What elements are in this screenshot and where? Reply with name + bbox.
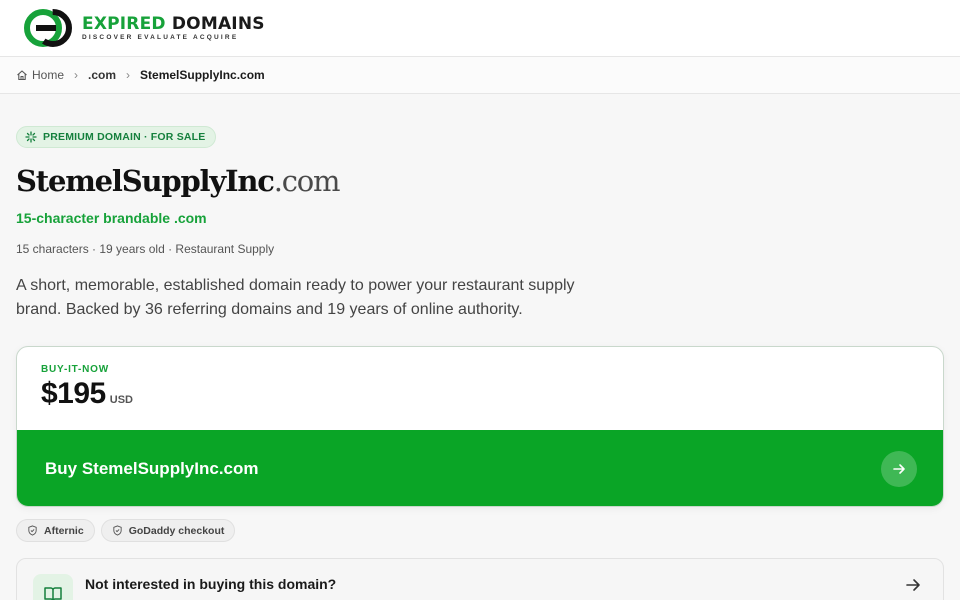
premium-badge-label: PREMIUM DOMAIN · FOR SALE [43,131,206,143]
logo-mark-icon [24,9,72,47]
domain-meta: 15 characters · 19 years old · Restauran… [16,242,275,256]
domain-title: StemelSupplyInc.com [16,164,341,198]
breadcrumb-tld-label: .com [88,68,117,82]
not-interested-card[interactable]: Not interested in buying this domain? [16,558,944,600]
buy-button[interactable]: Buy StemelSupplyInc.com [17,430,943,506]
breadcrumb-current-label: StemelSupplyInc.com [140,68,265,82]
chevron-right-icon: › [126,68,131,82]
shield-icon [28,525,37,536]
sparkle-icon [25,131,37,143]
price-card: BUY-IT-NOW $195 USD Buy StemelSupplyInc.… [16,346,944,507]
logo-name: EXPIRED DOMAINS [82,14,265,34]
arrow-right-icon [881,451,917,487]
chevron-right-icon: › [74,68,79,82]
breadcrumb-current: StemelSupplyInc.com [140,68,265,82]
not-interested-label: Not interested in buying this domain? [85,576,337,592]
breadcrumb-home[interactable]: Home [16,68,64,82]
domain-description: A short, memorable, established domain r… [16,277,575,318]
site-logo[interactable]: EXPIRED DOMAINS DISCOVER EVALUATE ACQUIR… [24,9,265,47]
book-icon [33,574,73,600]
price: $195 USD [41,377,133,411]
breadcrumb: Home › .com › StemelSupplyInc.com [0,57,960,94]
site-header: EXPIRED DOMAINS DISCOVER EVALUATE ACQUIR… [0,0,960,57]
chip-godaddy-label: GoDaddy checkout [128,524,225,537]
buy-button-label: Buy StemelSupplyInc.com [45,459,259,478]
checkout-chips: Afternic GoDaddy checkout [16,519,236,542]
arrow-right-icon [906,579,920,591]
domain-tld: .com [273,164,341,198]
chip-afternic-label: Afternic [44,524,84,537]
shield-icon [113,525,122,536]
breadcrumb-tld[interactable]: .com [88,68,116,82]
premium-badge: PREMIUM DOMAIN · FOR SALE [16,126,216,148]
domain-name: StemelSupplyInc [16,164,275,198]
domain-subtitle: 15-character brandable .com [16,210,207,226]
price-label: BUY-IT-NOW [41,364,109,375]
chip-afternic: Afternic [16,519,95,542]
logo-tagline: DISCOVER EVALUATE ACQUIRE [82,34,239,41]
breadcrumb-home-label: Home [32,68,65,82]
price-currency: USD [109,394,133,406]
home-icon [17,70,27,81]
price-amount: $195 [41,377,106,410]
chip-godaddy: GoDaddy checkout [100,519,236,542]
